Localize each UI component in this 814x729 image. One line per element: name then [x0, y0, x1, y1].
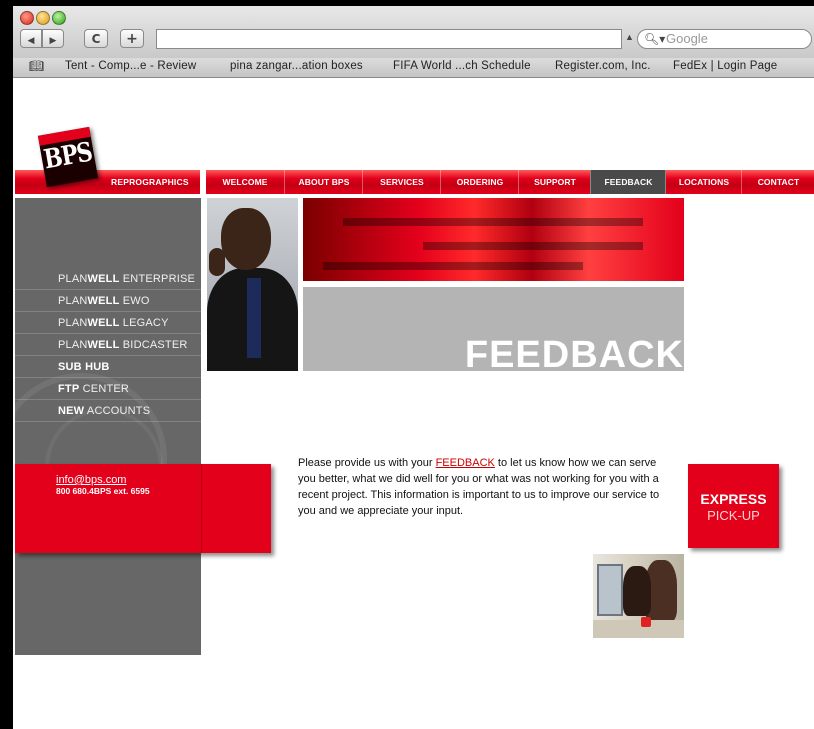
photo-desk — [593, 620, 684, 638]
bookmarks-book-icon[interactable]: 📖︎ — [29, 59, 44, 73]
phone-number: 800 680.4BPS ext. 6595 — [56, 486, 150, 496]
bookmark-item[interactable]: Tent - Comp...e - Review — [65, 60, 196, 72]
reload-icon: C — [91, 32, 101, 46]
sidebar-item-bold: WELL — [87, 317, 120, 329]
photo-figure-hand — [209, 248, 225, 276]
sidebar-item-planwell-legacy[interactable]: PLANWELL LEGACY — [15, 312, 201, 334]
sidebar-item-prefix: PLAN — [58, 273, 88, 285]
sidebar: PLANWELL ENTERPRISE PLANWELL EWO PLANWEL… — [13, 198, 201, 655]
photo-figure-tie — [247, 278, 261, 358]
pickup-label: PICK-UP — [707, 508, 760, 523]
sidebar-item-bold: FTP — [58, 383, 80, 395]
express-pickup-button[interactable]: EXPRESS PICK-UP — [688, 464, 779, 548]
nav-support[interactable]: SUPPORT — [518, 170, 591, 194]
reload-button[interactable]: C — [84, 29, 108, 48]
feedback-link[interactable]: FEEDBACK — [436, 457, 495, 469]
banner-stripe — [423, 242, 643, 250]
bookmark-item[interactable]: pina zangar...ation boxes — [230, 60, 363, 72]
address-dropdown-icon[interactable]: ▲ — [625, 32, 634, 42]
express-label: EXPRESS — [700, 491, 767, 507]
banner-stripe — [323, 262, 583, 270]
zoom-window-button[interactable] — [52, 11, 66, 25]
contact-divider — [201, 464, 202, 553]
bookmark-item[interactable]: FIFA World ...ch Schedule — [393, 60, 531, 72]
sidebar-item-prefix: PLAN — [58, 317, 88, 329]
sidebar-item-bold: WELL — [87, 273, 120, 285]
businessman-photo — [207, 198, 298, 371]
red-abstract-banner — [303, 198, 684, 281]
close-window-button[interactable] — [20, 11, 34, 25]
browser-toolbar: ◀ ▶ C + ▲ 🔍︎▾ Google — [13, 6, 814, 59]
sidebar-item-bold: NEW — [58, 405, 85, 417]
photo-figure-head — [221, 208, 271, 270]
intro-text-start: Please provide us with your — [298, 457, 436, 469]
sidebar-item-planwell-ewo[interactable]: PLANWELL EWO — [15, 290, 201, 312]
sidebar-item-suffix: ACCOUNTS — [84, 405, 151, 417]
photo-cup — [641, 617, 651, 627]
minimize-window-button[interactable] — [36, 11, 50, 25]
search-field[interactable]: 🔍︎▾ Google — [637, 29, 812, 49]
forward-button[interactable]: ▶ — [42, 29, 64, 48]
bps-logo[interactable]: BPS — [37, 126, 99, 188]
photo-person — [623, 566, 651, 616]
banner-stripe — [343, 218, 643, 226]
sidebar-item-bold: SUB HUB — [58, 361, 110, 373]
address-bar[interactable] — [156, 29, 622, 49]
logo-text: BPS — [41, 136, 95, 176]
feedback-intro-text: Please provide us with your FEEDBACK to … — [298, 455, 668, 519]
nav-welcome[interactable]: WELCOME — [206, 170, 284, 194]
sidebar-item-planwell-bidcaster[interactable]: PLANWELL BIDCASTER — [15, 334, 201, 356]
nav-services[interactable]: SERVICES — [362, 170, 441, 194]
sidebar-item-prefix: PLAN — [58, 295, 88, 307]
search-placeholder: Google — [666, 31, 708, 46]
nav-contact[interactable]: CONTACT — [741, 170, 814, 194]
nav-feedback[interactable]: FEEDBACK — [590, 170, 666, 194]
sidebar-item-suffix: LEGACY — [119, 317, 169, 329]
sidebar-item-planwell-enterprise[interactable]: PLANWELL ENTERPRISE — [15, 268, 201, 290]
page-title: FEEDBACK — [464, 334, 684, 376]
sidebar-item-prefix: PLAN — [58, 339, 88, 351]
search-icon: 🔍︎▾ — [644, 32, 666, 46]
bookmarks-bar: 📖︎ Tent - Comp...e - Review pina zangar.… — [13, 58, 814, 78]
sidebar-item-suffix: BIDCASTER — [119, 339, 188, 351]
back-arrow-icon: ◀ — [27, 36, 35, 46]
browser-window: ◀ ▶ C + ▲ 🔍︎▾ Google 📖︎ Tent - Comp...e … — [13, 6, 814, 729]
sidebar-item-bold: WELL — [87, 295, 120, 307]
sidebar-item-bold: WELL — [87, 339, 120, 351]
add-bookmark-button[interactable]: + — [120, 29, 144, 48]
back-button[interactable]: ◀ — [20, 29, 42, 48]
sidebar-item-suffix: EWO — [119, 295, 150, 307]
email-link[interactable]: info@bps.com — [56, 474, 126, 486]
tagline: REPROGRAPHICS — [111, 177, 189, 187]
sidebar-item-suffix: CENTER — [79, 383, 130, 395]
sidebar-item-suffix: ENTERPRISE — [119, 273, 196, 285]
contact-box: info@bps.com 800 680.4BPS ext. 6595 — [15, 464, 271, 553]
sidebar-item-ftp-center[interactable]: FTP CENTER — [15, 378, 201, 400]
sidebar-item-new-accounts[interactable]: NEW ACCOUNTS — [15, 400, 201, 422]
office-photo — [593, 554, 684, 638]
bookmark-item[interactable]: Register.com, Inc. — [555, 60, 651, 72]
photo-monitor — [597, 564, 623, 616]
sidebar-item-sub-hub[interactable]: SUB HUB — [15, 356, 201, 378]
nav-about-bps[interactable]: ABOUT BPS — [284, 170, 363, 194]
plus-icon: + — [126, 31, 138, 47]
heading-banner: FEEDBACK — [303, 287, 684, 376]
nav-locations[interactable]: LOCATIONS — [665, 170, 742, 194]
nav-ordering[interactable]: ORDERING — [440, 170, 519, 194]
bookmark-item[interactable]: FedEx | Login Page — [673, 60, 777, 72]
forward-arrow-icon: ▶ — [49, 36, 57, 46]
